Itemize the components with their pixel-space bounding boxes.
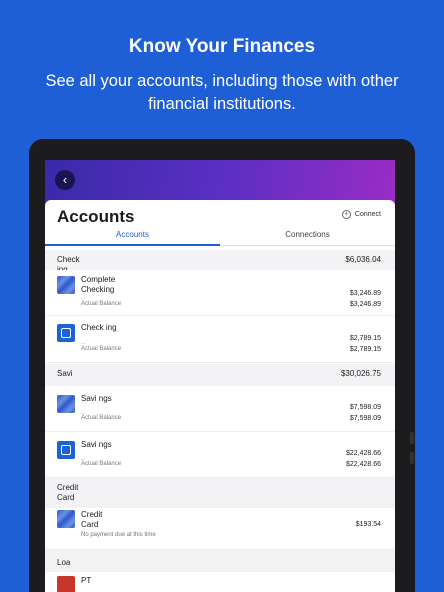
account-name: Check ing xyxy=(81,323,117,332)
account-row[interactable]: Check ing ... Actual Balance $2,789.15 $… xyxy=(45,316,395,363)
tablet-side-button xyxy=(410,452,414,464)
available-balance: $3,246.89 xyxy=(349,290,381,297)
accounts-card: Accounts + Connect Accounts Connections … xyxy=(45,200,395,592)
balance-label: Actual Balance xyxy=(81,346,122,352)
available-balance: $22,428.66 xyxy=(345,450,381,457)
account-name: Savi ngs xyxy=(81,394,112,403)
section-name: Loa xyxy=(57,558,71,567)
account-row[interactable]: Savi ngs ... Actual Balance $22,428.66 $… xyxy=(45,432,395,478)
balance-label: Actual Balance xyxy=(81,415,122,421)
bank-logo-icon xyxy=(57,324,75,342)
app-screen: ‹ Accounts + Connect Accounts Connection… xyxy=(45,160,395,592)
tab-connections[interactable]: Connections xyxy=(220,230,395,246)
account-row[interactable]: PT xyxy=(45,572,395,592)
bank-logo-icon xyxy=(57,510,75,528)
account-row[interactable]: Savi ngs ... Actual Balance $7,598.09 $7… xyxy=(45,386,395,432)
account-balance: $193.54 xyxy=(355,521,381,528)
available-balance: $2,789.15 xyxy=(349,335,381,342)
section-header-checking: Check ing $6,036.04 xyxy=(45,250,395,274)
bank-logo-icon xyxy=(57,395,75,413)
section-total: $6,036.04 xyxy=(345,255,381,264)
section-header-loans: Loa xyxy=(45,550,395,572)
back-button[interactable]: ‹ xyxy=(55,170,75,190)
tablet-side-button xyxy=(410,432,414,444)
promo-headline: Know Your Finances xyxy=(128,36,316,57)
account-name: PT xyxy=(81,576,92,585)
section-total: $30,026.75 xyxy=(340,369,381,378)
section-name: Credit Card xyxy=(57,483,79,502)
connect-button[interactable]: + Connect xyxy=(341,210,381,219)
section-header-savings: Savi $30,026.75 xyxy=(45,364,395,386)
plus-circle-icon: + xyxy=(341,210,351,219)
actual-balance: $3,246.89 xyxy=(349,301,381,308)
bank-logo-icon xyxy=(57,576,75,592)
balance-label: Actual Balance xyxy=(81,461,122,467)
balance-label: Actual Balance xyxy=(81,301,122,307)
account-row[interactable]: Complete Checking ... Actual Balance $3,… xyxy=(45,270,395,316)
page-title: Accounts xyxy=(57,207,135,226)
account-row[interactable]: Credit Card ... No payment due at this t… xyxy=(45,508,395,550)
actual-balance: $22,428.66 xyxy=(345,461,381,468)
account-name: Credit Card xyxy=(81,510,103,529)
actual-balance: $7,598.09 xyxy=(349,415,381,422)
bank-logo-icon xyxy=(57,441,75,459)
connect-label: Connect xyxy=(354,211,381,218)
account-name: Savi ngs xyxy=(81,440,112,449)
tab-accounts[interactable]: Accounts xyxy=(45,230,220,246)
actual-balance: $2,789.15 xyxy=(349,346,381,353)
chevron-left-icon: ‹ xyxy=(62,172,68,187)
promo-subline: See all your accounts, including those w… xyxy=(45,72,399,113)
balance-label: No payment due at this time xyxy=(81,532,156,538)
account-name: Complete Checking xyxy=(81,275,116,294)
bank-logo-icon xyxy=(57,276,75,294)
available-balance: $7,598.09 xyxy=(349,404,381,411)
section-name: Savi xyxy=(57,369,73,378)
section-header-credit-card: Credit Card xyxy=(45,478,395,508)
